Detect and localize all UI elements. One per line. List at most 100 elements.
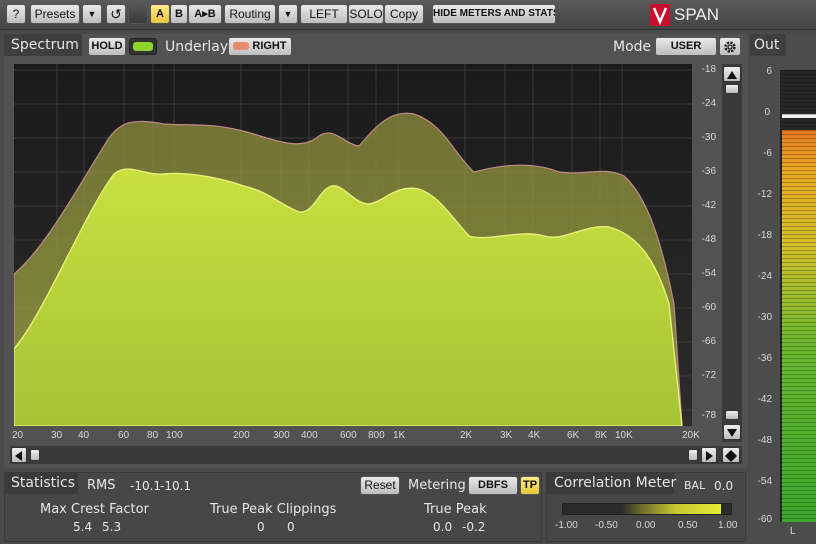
freq-tick: 30 (51, 430, 63, 441)
underlay-right-label: RIGHT (252, 40, 287, 52)
out-channel-l-label: L (790, 526, 796, 537)
underlay-right-button[interactable]: RIGHT (228, 37, 292, 56)
hide-meters-button[interactable]: HIDE METERS AND STATS (432, 4, 556, 24)
correlation-scale-tick: 1.00 (718, 520, 738, 531)
routing-button[interactable]: Routing (224, 4, 276, 24)
out-scale-tick: -12 (757, 189, 772, 200)
vertical-scroll-thumb-bottom[interactable] (725, 410, 739, 420)
freq-tick: 6K (567, 430, 580, 441)
statistics-title: Statistics (11, 475, 75, 491)
spectrum-display[interactable] (14, 64, 692, 426)
vertical-scroll-thumb[interactable] (725, 84, 739, 94)
horizontal-scrollbar[interactable] (10, 446, 742, 464)
out-meter-bar-l (780, 70, 816, 522)
out-scale-tick: -36 (757, 353, 772, 364)
max-crest-right-value: 5.3 (102, 520, 122, 534)
db-tick: -42 (701, 200, 716, 211)
presets-dropdown-button[interactable]: ▼ (82, 4, 102, 24)
left-button[interactable]: LEFT (300, 4, 348, 24)
metering-label: Metering (408, 478, 466, 493)
scroll-right-button[interactable] (701, 447, 717, 463)
freq-tick: 20K (682, 430, 700, 441)
freq-tick: 2K (460, 430, 473, 441)
routing-dropdown-button[interactable]: ▼ (278, 4, 298, 24)
freq-tick: 40 (78, 430, 90, 441)
reset-button[interactable]: Reset (360, 476, 400, 495)
out-scale-tick: -54 (757, 476, 772, 487)
correlation-bar (562, 503, 732, 515)
spectrum-graph (14, 64, 692, 426)
spectrum-title: Spectrum (11, 37, 79, 53)
rms-left-value: -10.1 (130, 479, 162, 493)
mode-label: Mode (613, 39, 652, 55)
correlation-scale-tick: 0.00 (636, 520, 656, 531)
freq-tick: 10K (615, 430, 633, 441)
freq-tick: 100 (166, 430, 183, 441)
max-crest-label: Max Crest Factor (40, 502, 149, 517)
dbfs-button[interactable]: DBFS (468, 476, 518, 495)
tp-clippings-right-value: 0 (287, 520, 295, 534)
tp-clippings-left-value: 0 (257, 520, 265, 534)
underlay-color-swatch (233, 42, 250, 51)
voxengo-logo-icon (650, 4, 670, 26)
freq-axis: 20 30 40 60 80 100 200 300 400 600 800 1… (12, 428, 704, 444)
out-scale-tick: -6 (763, 148, 772, 159)
preset-b-button[interactable]: B (170, 4, 188, 24)
db-tick: -66 (701, 336, 716, 347)
a-to-b-button[interactable]: A▸B (188, 4, 222, 24)
out-meter-segments (780, 70, 816, 522)
out-scale-tick: -24 (757, 271, 772, 282)
correlation-level (621, 504, 721, 514)
redo-button[interactable] (128, 4, 148, 24)
horizontal-scroll-thumb-right[interactable] (688, 449, 698, 461)
true-peak-toggle[interactable]: TP (520, 476, 540, 495)
help-button[interactable]: ? (6, 4, 26, 24)
preset-a-button[interactable]: A (150, 4, 170, 24)
freq-tick: 400 (301, 430, 318, 441)
max-crest-left-value: 5.4 (73, 520, 93, 534)
db-tick: -24 (701, 98, 716, 109)
freq-tick: 4K (528, 430, 541, 441)
horizontal-scroll-thumb-left[interactable] (30, 449, 40, 461)
hold-button[interactable]: HOLD (88, 37, 126, 56)
logo-text: SPAN (674, 5, 720, 24)
correlation-scale-tick: 0.50 (678, 520, 698, 531)
arrow-down-icon (727, 429, 737, 437)
out-scale-tick: 6 (766, 66, 772, 77)
freq-tick: 600 (340, 430, 357, 441)
solo-button[interactable]: SOLO (348, 4, 384, 24)
zoom-reset-button[interactable] (722, 447, 740, 463)
db-tick: -48 (701, 234, 716, 245)
db-tick: -36 (701, 166, 716, 177)
undo-button[interactable]: ↺ (106, 4, 126, 24)
arrow-left-icon (15, 451, 22, 461)
arrow-up-icon (727, 71, 737, 79)
mode-select[interactable]: USER (655, 37, 717, 56)
out-scale-tick: -42 (757, 394, 772, 405)
scroll-up-button[interactable] (723, 66, 741, 82)
true-peak-label: True Peak (424, 502, 487, 517)
correlation-scale: -1.00 -0.50 0.00 0.50 1.00 (554, 520, 744, 534)
rms-right-value: -10.1 (160, 479, 192, 493)
out-scale: 6 0 -6 -12 -18 -24 -30 -36 -42 -48 -54 -… (752, 64, 778, 534)
underlay-label: Underlay (165, 39, 229, 55)
true-peak-right-value: -0.2 (462, 520, 486, 534)
correlation-scale-tick: -0.50 (595, 520, 618, 531)
logo: SPAN (650, 3, 750, 27)
vertical-scrollbar[interactable] (722, 64, 742, 442)
freq-tick: 1K (393, 430, 406, 441)
scroll-left-button[interactable] (11, 447, 27, 463)
correlation-title: Correlation Meter (554, 475, 677, 491)
presets-button[interactable]: Presets (30, 4, 80, 24)
hold-color-swatch[interactable] (129, 38, 157, 55)
settings-button[interactable] (719, 37, 741, 56)
out-title: Out (754, 37, 780, 53)
db-tick: -60 (701, 302, 716, 313)
freq-tick: 20 (12, 430, 24, 441)
tp-clippings-label: True Peak Clippings (210, 502, 337, 517)
out-scale-tick: 0 (764, 107, 770, 118)
copy-button[interactable]: Copy (384, 4, 424, 24)
out-scale-tick: -60 (757, 514, 772, 525)
scroll-down-button[interactable] (723, 424, 741, 440)
freq-tick: 800 (368, 430, 385, 441)
